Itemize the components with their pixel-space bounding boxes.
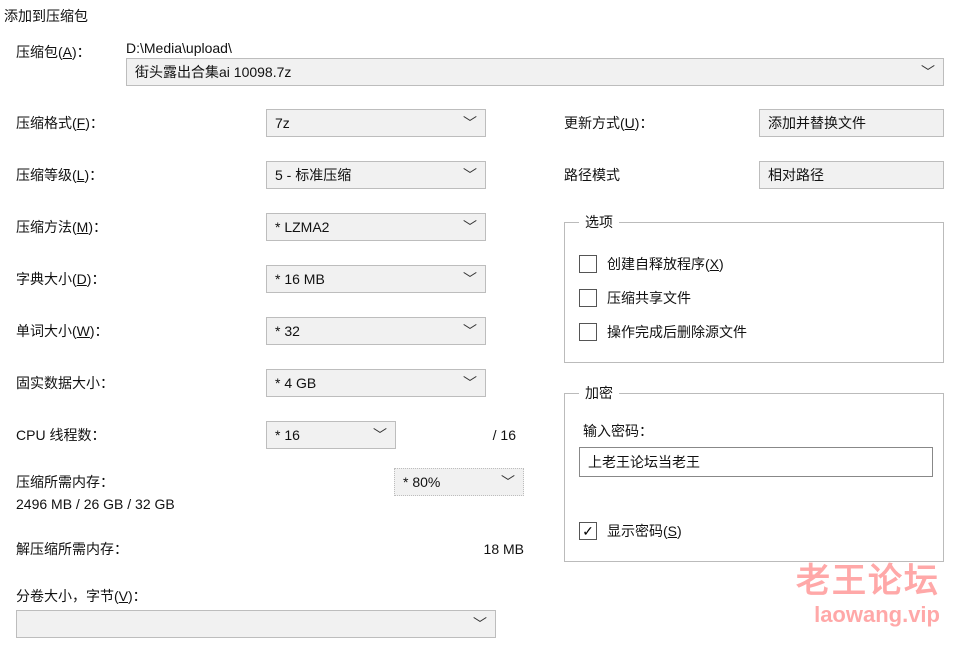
- split-label: 分卷大小，字节(V)：: [16, 586, 524, 606]
- chevron-down-icon: ﹀: [463, 217, 477, 237]
- password-label: 输入密码：: [583, 421, 933, 441]
- options-group: 选项 创建自释放程序(X) 压缩共享文件 操作完成后删除源文件: [564, 212, 944, 363]
- update-combo[interactable]: 添加并替换文件: [759, 109, 944, 137]
- chevron-down-icon: ﹀: [463, 269, 477, 289]
- level-combo[interactable]: 5 - 标准压缩 ﹀: [266, 161, 486, 189]
- shared-checkbox[interactable]: [579, 289, 597, 307]
- shared-label: 压缩共享文件: [607, 288, 691, 308]
- encryption-legend: 加密: [579, 383, 619, 403]
- delete-checkbox[interactable]: [579, 323, 597, 341]
- show-password-label: 显示密码(S): [607, 521, 682, 541]
- word-label: 单词大小(W)：: [16, 321, 266, 341]
- archive-filename-combo[interactable]: 街头露出合集ai 10098.7z ﹀: [126, 58, 944, 86]
- method-combo[interactable]: * LZMA2 ﹀: [266, 213, 486, 241]
- solid-label: 固实数据大小：: [16, 373, 266, 393]
- sfx-checkbox[interactable]: [579, 255, 597, 273]
- method-label: 压缩方法(M)：: [16, 217, 266, 237]
- decomp-label: 解压缩所需内存：: [16, 539, 444, 559]
- level-label: 压缩等级(L)：: [16, 165, 266, 185]
- solid-combo[interactable]: * 4 GB ﹀: [266, 369, 486, 397]
- archive-filename: 街头露出合集ai 10098.7z: [135, 62, 921, 82]
- chevron-down-icon: ﹀: [501, 472, 515, 492]
- split-combo[interactable]: ﹀: [16, 610, 496, 638]
- dict-label: 字典大小(D)：: [16, 269, 266, 289]
- chevron-down-icon: ﹀: [463, 165, 477, 185]
- cpu-total: / 16: [456, 427, 516, 443]
- dict-combo[interactable]: * 16 MB ﹀: [266, 265, 486, 293]
- cpu-label: CPU 线程数：: [16, 425, 266, 445]
- show-password-checkbox[interactable]: [579, 522, 597, 540]
- cpu-combo[interactable]: * 16 ﹀: [266, 421, 396, 449]
- sfx-label: 创建自释放程序(X): [607, 254, 724, 274]
- archive-path: D:\Media\upload\: [126, 40, 944, 56]
- format-combo[interactable]: 7z ﹀: [266, 109, 486, 137]
- format-label: 压缩格式(F)：: [16, 113, 266, 133]
- decomp-value: 18 MB: [444, 541, 524, 557]
- window-title: 添加到压缩包: [0, 0, 960, 30]
- chevron-down-icon: ﹀: [473, 614, 487, 634]
- update-label: 更新方式(U)：: [564, 113, 759, 133]
- pathmode-label: 路径模式: [564, 165, 759, 185]
- password-input[interactable]: 上老王论坛当老王: [579, 447, 933, 477]
- mem-pct-combo[interactable]: * 80% ﹀: [394, 468, 524, 496]
- chevron-down-icon: ﹀: [463, 373, 477, 393]
- encryption-group: 加密 输入密码： 上老王论坛当老王 显示密码(S): [564, 383, 944, 562]
- options-legend: 选项: [579, 212, 619, 232]
- chevron-down-icon: ﹀: [463, 113, 477, 133]
- mem-req-value: 2496 MB / 26 GB / 32 GB: [16, 496, 524, 512]
- delete-label: 操作完成后删除源文件: [607, 322, 747, 342]
- chevron-down-icon: ﹀: [463, 321, 477, 341]
- archive-label: 压缩包(A)：: [16, 40, 126, 86]
- pathmode-combo[interactable]: 相对路径: [759, 161, 944, 189]
- chevron-down-icon: ﹀: [921, 62, 935, 82]
- word-combo[interactable]: * 32 ﹀: [266, 317, 486, 345]
- chevron-down-icon: ﹀: [373, 425, 387, 445]
